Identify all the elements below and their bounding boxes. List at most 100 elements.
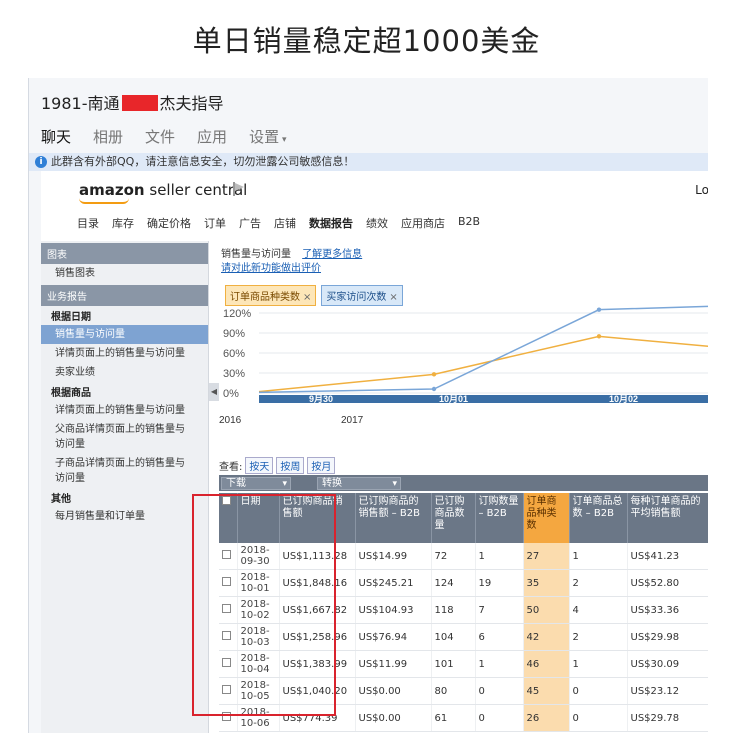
nav-inventory[interactable]: 库存 bbox=[112, 215, 134, 231]
table-cell: 7 bbox=[475, 596, 524, 624]
nav-catalog[interactable]: 目录 bbox=[77, 215, 99, 231]
row-checkbox-cell[interactable] bbox=[219, 569, 238, 597]
table-cell: 2018-10-04 bbox=[237, 650, 280, 678]
nav-reports[interactable]: 数据报告 bbox=[309, 215, 353, 231]
table-cell: 61 bbox=[431, 704, 476, 732]
row-checkbox[interactable] bbox=[222, 685, 231, 694]
sidebar-item-seller-performance[interactable]: 卖家业绩 bbox=[41, 363, 208, 382]
row-checkbox[interactable] bbox=[222, 712, 231, 721]
redaction-mark bbox=[121, 95, 158, 111]
col-ordered-sales-b2b[interactable]: 已订购商品的销售额 – B2B bbox=[355, 493, 432, 543]
table-cell: 2018-10-06 bbox=[237, 704, 280, 732]
table-row: 2018-10-01 US$1,848.16 US$245.21 124 19 35 2 US… bbox=[219, 569, 708, 597]
table-cell: 2018-10-05 bbox=[237, 677, 280, 705]
sidebar-item-detail-sales-traffic[interactable]: 详情页面上的销售量与访问量 bbox=[41, 344, 208, 363]
qq-window: 1981-南通 杰夫指导 聊天 相册 文件 应用 设置 i 此群含有外部QQ，请注… bbox=[28, 78, 708, 733]
collapse-sidebar-icon[interactable]: ◀ bbox=[209, 383, 219, 401]
view-month-button[interactable]: 按月 bbox=[307, 457, 336, 474]
row-checkbox[interactable] bbox=[222, 604, 231, 613]
group-title: 1981-南通 杰夫指导 bbox=[41, 90, 224, 114]
sidebar-item-asin-detail[interactable]: 详情页面上的销售量与访问量 bbox=[41, 401, 208, 420]
amazon-logo: amazon seller central bbox=[79, 181, 247, 204]
nav-b2b[interactable]: B2B bbox=[458, 215, 480, 231]
row-checkbox-cell[interactable] bbox=[219, 650, 238, 678]
tab-settings[interactable]: 设置 bbox=[249, 126, 286, 147]
table-cell: 42 bbox=[523, 623, 570, 651]
convert-select[interactable]: 转换 bbox=[317, 477, 401, 490]
data-point bbox=[596, 307, 602, 312]
table-cell: US$0.00 bbox=[355, 704, 432, 732]
group-title-suffix: 杰夫指导 bbox=[159, 94, 224, 113]
row-checkbox-cell[interactable] bbox=[219, 543, 238, 570]
table-cell: 1 bbox=[569, 543, 628, 570]
table-cell: US$245.21 bbox=[355, 569, 432, 597]
sidebar-item-monthly[interactable]: 每月销售量和订单量 bbox=[41, 507, 208, 526]
table-cell: 35 bbox=[523, 569, 570, 597]
corner-text[interactable]: Lo bbox=[695, 183, 708, 197]
col-date[interactable]: 日期 bbox=[237, 493, 280, 543]
col-units-b2b[interactable]: 订购数量 – B2B bbox=[475, 493, 524, 543]
nav-pricing[interactable]: 确定价格 bbox=[147, 215, 191, 231]
row-checkbox-cell[interactable] bbox=[219, 677, 238, 705]
view-week-button[interactable]: 按周 bbox=[276, 457, 305, 474]
table-cell: US$1,383.99 bbox=[279, 650, 356, 678]
tab-album[interactable]: 相册 bbox=[93, 126, 123, 147]
row-checkbox[interactable] bbox=[222, 577, 231, 586]
view-day-button[interactable]: 按天 bbox=[245, 457, 274, 474]
qq-tabs: 聊天 相册 文件 应用 设置 bbox=[41, 126, 286, 147]
report-title: 销售量与访问量 了解更多信息 bbox=[221, 245, 362, 260]
table-cell: US$1,113.28 bbox=[279, 543, 356, 570]
sidebar-group-by-asin: 根据商品 bbox=[51, 388, 91, 399]
table-cell: US$29.78 bbox=[627, 704, 708, 732]
col-avg-sales-per-item[interactable]: 每种订单商品的平均销售额 bbox=[627, 493, 708, 543]
table-cell: 2018-10-02 bbox=[237, 596, 280, 624]
row-checkbox-cell[interactable] bbox=[219, 704, 238, 732]
sidebar-section-business: 业务报告 bbox=[41, 285, 208, 306]
row-checkbox-cell[interactable] bbox=[219, 623, 238, 651]
table-cell: 50 bbox=[523, 596, 570, 624]
sidebar-item-sales-traffic[interactable]: 销售量与访问量 bbox=[41, 325, 208, 344]
tab-files[interactable]: 文件 bbox=[145, 126, 175, 147]
x-tick-label: 10月02 bbox=[609, 394, 638, 404]
row-checkbox[interactable] bbox=[222, 550, 231, 559]
select-all-header[interactable] bbox=[219, 493, 238, 543]
nav-orders[interactable]: 订单 bbox=[204, 215, 226, 231]
table-cell: 104 bbox=[431, 623, 476, 651]
year-label: 2017 bbox=[341, 415, 364, 426]
row-checkbox-cell[interactable] bbox=[219, 596, 238, 624]
feedback-link[interactable]: 请对此新功能做出评价 bbox=[221, 259, 321, 274]
nav-performance[interactable]: 绩效 bbox=[366, 215, 388, 231]
table-cell: 1 bbox=[569, 650, 628, 678]
nav-appstore[interactable]: 应用商店 bbox=[401, 215, 445, 231]
col-order-items-b2b[interactable]: 订单商品总数 – B2B bbox=[569, 493, 628, 543]
sidebar-group-other: 其他 bbox=[51, 494, 71, 505]
table-cell: US$29.98 bbox=[627, 623, 708, 651]
tab-apps[interactable]: 应用 bbox=[197, 126, 227, 147]
logo-smile-icon bbox=[79, 198, 129, 204]
nav-stores[interactable]: 店铺 bbox=[274, 215, 296, 231]
table-cell: US$23.12 bbox=[627, 677, 708, 705]
row-checkbox[interactable] bbox=[222, 631, 231, 640]
table-cell: 19 bbox=[475, 569, 524, 597]
table-cell: 6 bbox=[475, 623, 524, 651]
flag-icon[interactable] bbox=[231, 182, 245, 196]
table-cell: 1 bbox=[475, 543, 524, 570]
sidebar-item-sales-chart[interactable]: 销售图表 bbox=[41, 264, 208, 283]
tab-chat[interactable]: 聊天 bbox=[41, 126, 71, 147]
col-units-ordered[interactable]: 已订购商品数量 bbox=[431, 493, 476, 543]
download-select[interactable]: 下载 bbox=[221, 477, 291, 490]
info-icon: i bbox=[35, 156, 47, 168]
y-tick-label: 60% bbox=[223, 348, 245, 360]
data-point bbox=[431, 386, 437, 392]
sidebar-item-child-asin[interactable]: 子商品详情页面上的销售量与访问量 bbox=[41, 454, 208, 488]
table-cell: 2 bbox=[569, 623, 628, 651]
x-tick-label: 10月01 bbox=[439, 394, 468, 404]
table-cell: 124 bbox=[431, 569, 476, 597]
col-ordered-sales[interactable]: 已订购商品销售额 bbox=[279, 493, 356, 543]
table-cell: US$0.00 bbox=[355, 677, 432, 705]
col-order-items[interactable]: 订单商品种类数 bbox=[523, 493, 570, 543]
nav-advertising[interactable]: 广告 bbox=[239, 215, 261, 231]
sidebar-item-parent-asin[interactable]: 父商品详情页面上的销售量与访问量 bbox=[41, 420, 208, 454]
select-all-checkbox[interactable] bbox=[222, 496, 231, 505]
row-checkbox[interactable] bbox=[222, 658, 231, 667]
